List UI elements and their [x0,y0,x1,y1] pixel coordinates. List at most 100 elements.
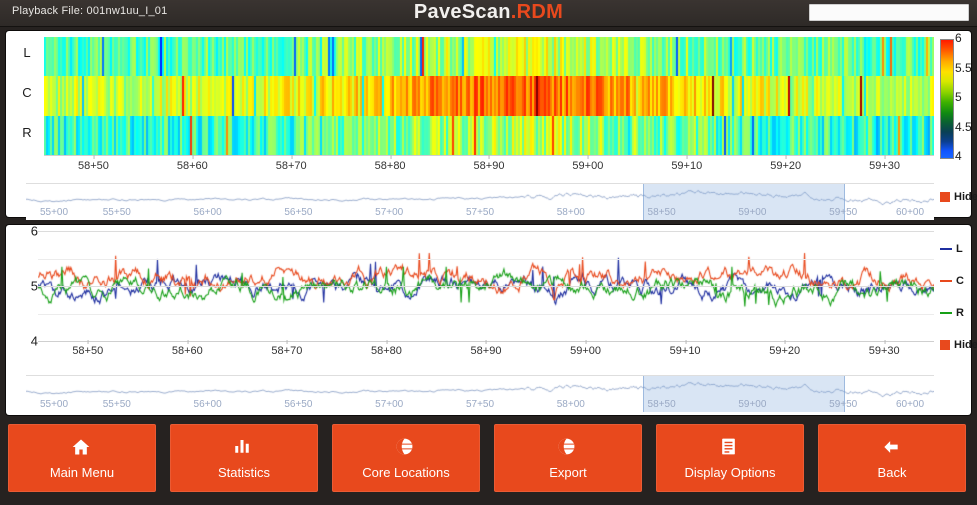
linechart-x-tick: 59+10 [670,345,701,357]
linechart-x-tick: 58+60 [172,345,203,357]
minimap-x-tick-label: 57+00 [375,207,403,218]
tick-mark [386,340,387,344]
globe-icon [395,437,417,459]
minimap-x-tick-label: 55+00 [40,399,68,410]
linechart-x-tick-label: 59+30 [869,345,900,357]
minimap-x-tick-label: 56+50 [284,399,312,410]
colorbar [940,39,954,159]
linechart-gridline [38,259,934,260]
tick-mark [192,155,193,159]
colorbar-ticks: 65.554.54 [955,33,977,163]
tick-mark [685,340,686,344]
button-label: Export [549,465,587,480]
heatmap-hide-label: Hide [954,191,977,203]
heatmap-hide-legend[interactable]: Hide [940,191,977,203]
tick-mark [187,340,188,344]
linechart-y-tick-label: 6 [31,224,38,239]
heatmap-x-axis: 58+50 58+60 58+70 58+80 58+90 59+00 59+10 59+20… [44,155,934,182]
minimap-x-tick-label: 57+50 [466,399,494,410]
heatmap-x-tick-label: 58+80 [375,160,406,172]
button-bar: Main Menu Statistics Core Locations Export D… [0,424,977,496]
linechart-gridline [38,231,934,232]
export-button[interactable]: Export [494,424,642,492]
heatmap-minimap[interactable]: 55+0055+5056+0056+5057+0057+5058+0058+50… [26,183,934,220]
legend-swatch-icon [940,312,952,314]
heatmap-x-tick: 59+10 [671,160,702,172]
linechart-y-axis: 654 [12,231,38,341]
button-label: Statistics [218,465,270,480]
heatmap-band-l [44,37,934,76]
minimap-x-tick-label: 58+50 [648,207,676,218]
heatmap-plot[interactable] [44,37,934,155]
linechart-y-tick-label: 5 [31,279,38,294]
heatmap-row-labels: L C R [10,37,44,155]
app-title-main: PaveScan [414,1,511,23]
heatmap-x-tick: 58+70 [276,160,307,172]
hide-swatch-icon [940,192,950,202]
linechart-minimap[interactable]: 55+0055+5056+0056+5057+0057+5058+0058+50… [26,375,934,412]
heatmap-x-tick-label: 59+00 [572,160,603,172]
tick-mark [586,340,587,344]
button-label: Back [878,465,907,480]
heatmap-x-tick: 58+60 [177,160,208,172]
minimap-x-tick-label: 57+00 [375,399,403,410]
tick-mark [885,155,886,159]
tick-mark [884,340,885,344]
linechart-x-tick-label: 59+00 [570,345,601,357]
button-label: Display Options [684,465,775,480]
legend-swatch-icon [940,280,952,282]
heatmap-x-tick: 59+20 [770,160,801,172]
linechart-x-tick: 59+00 [570,345,601,357]
heatmap-x-tick-label: 59+30 [869,160,900,172]
minimap-x-tick-label: 59+50 [829,207,857,218]
colorbar-tick-label: 4.5 [955,120,972,134]
linechart-y-tick-label: 4 [31,334,38,349]
heatmap-x-tick-label: 58+60 [177,160,208,172]
linechart-x-tick: 58+90 [471,345,502,357]
linechart-x-tick-label: 58+90 [471,345,502,357]
minimap-x-tick-label: 55+50 [103,399,131,410]
heatmap-x-tick: 58+80 [375,160,406,172]
colorbar-tick-label: 4 [955,149,962,163]
tick-mark [93,155,94,159]
linechart-x-tick-label: 59+20 [769,345,800,357]
linechart-x-tick-label: 59+10 [670,345,701,357]
tick-mark [687,155,688,159]
heatmap-x-tick: 58+50 [78,160,109,172]
app-title-accent: RDM [517,1,563,23]
linechart-plot[interactable] [38,231,934,341]
globe-icon [557,437,579,459]
legend-item-label: R [956,307,964,319]
tick-mark [785,340,786,344]
legend-item-l[interactable]: L [940,243,963,255]
minimap-x-tick-label: 58+00 [557,399,585,410]
linechart-gridline [38,286,934,287]
tick-mark [291,155,292,159]
linechart-x-tick: 58+50 [72,345,103,357]
linechart-x-tick-label: 58+60 [172,345,203,357]
minimap-x-tick-label: 57+50 [466,207,494,218]
core-locations-button[interactable]: Core Locations [332,424,480,492]
heatmap-x-tick-label: 58+50 [78,160,109,172]
legend-item-c[interactable]: C [940,275,964,287]
colorbar-tick-label: 6 [955,31,962,45]
heatmap-x-tick-label: 58+90 [474,160,505,172]
tick-mark [489,155,490,159]
home-icon [71,437,93,459]
heatmap-band-c [44,76,934,116]
display-options-button[interactable]: Display Options [656,424,804,492]
search-input[interactable] [809,4,969,21]
heatmap-panel: L C R 58+50 58+60 58+70 58+80 58+90 59+00 59+1… [6,31,971,217]
list-icon [719,437,741,459]
legend-item-r[interactable]: R [940,307,964,319]
back-button[interactable]: Back [818,424,966,492]
linechart-x-tick-label: 58+80 [371,345,402,357]
heatmap-x-tick-label: 59+20 [770,160,801,172]
heatmap-row-label-r: R [10,125,44,140]
main-menu-button[interactable]: Main Menu [8,424,156,492]
statistics-button[interactable]: Statistics [170,424,318,492]
top-bar: Playback File: 001nw1uu_I_01 PaveScan.RD… [0,0,977,27]
linechart-hide-legend[interactable]: Hide [940,339,977,351]
tick-mark [786,155,787,159]
linechart-x-tick: 58+80 [371,345,402,357]
